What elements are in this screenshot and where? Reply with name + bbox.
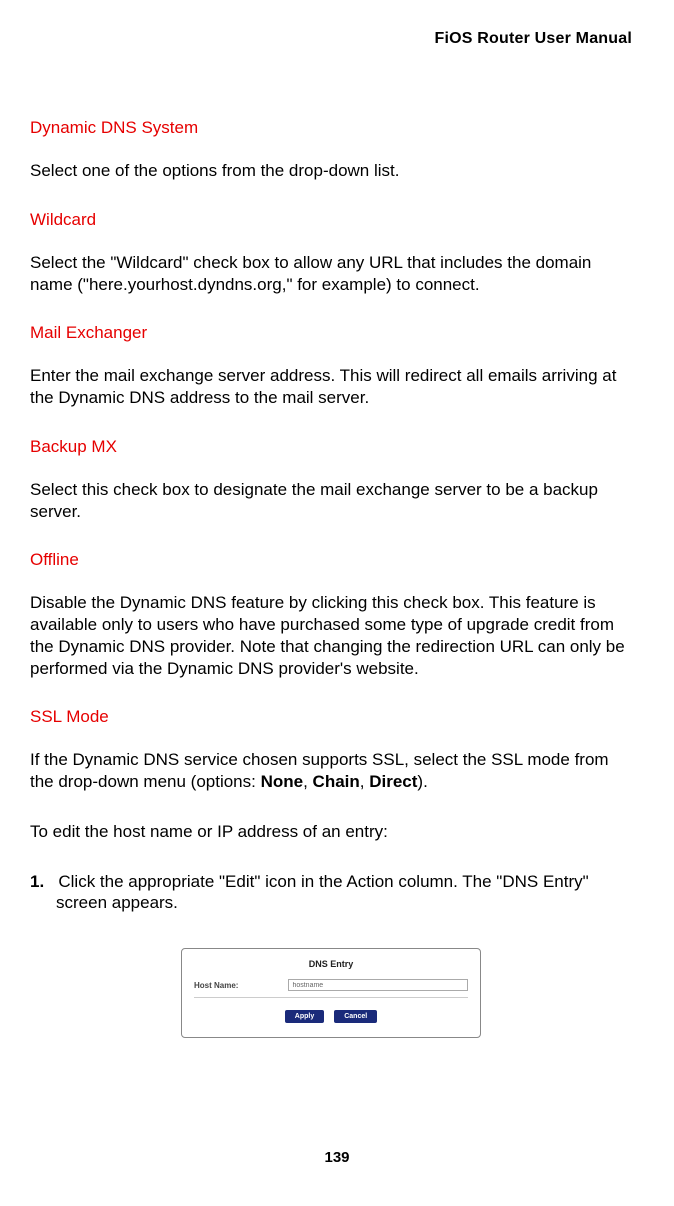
para-ssl-mode: If the Dynamic DNS service chosen suppor… <box>30 749 632 793</box>
ssl-option-direct: Direct <box>369 772 417 791</box>
dns-button-row: Apply Cancel <box>194 1010 468 1023</box>
dns-divider <box>194 997 468 998</box>
page-number: 139 <box>0 1149 674 1166</box>
para-wildcard: Select the "Wildcard" check box to allow… <box>30 252 632 296</box>
heading-mail-exchanger: Mail Exchanger <box>30 323 632 343</box>
heading-backup-mx: Backup MX <box>30 437 632 457</box>
dns-entry-title: DNS Entry <box>194 959 468 969</box>
apply-button[interactable]: Apply <box>285 1010 324 1023</box>
para-dynamic-dns-system: Select one of the options from the drop-… <box>30 160 632 182</box>
cancel-button[interactable]: Cancel <box>334 1010 377 1023</box>
dns-host-label: Host Name: <box>194 981 238 990</box>
ssl-suffix: ). <box>417 772 427 791</box>
ssl-option-chain: Chain <box>313 772 360 791</box>
para-backup-mx: Select this check box to designate the m… <box>30 479 632 523</box>
page-content: Dynamic DNS System Select one of the opt… <box>30 118 632 1038</box>
para-edit-intro: To edit the host name or IP address of a… <box>30 821 632 843</box>
para-offline: Disable the Dynamic DNS feature by click… <box>30 592 632 679</box>
page-header-title: FiOS Router User Manual <box>30 30 632 48</box>
list-text: Click the appropriate "Edit" icon in the… <box>56 872 589 913</box>
heading-wildcard: Wildcard <box>30 210 632 230</box>
dns-host-input[interactable] <box>288 979 468 991</box>
heading-ssl-mode: SSL Mode <box>30 707 632 727</box>
heading-dynamic-dns-system: Dynamic DNS System <box>30 118 632 138</box>
heading-offline: Offline <box>30 550 632 570</box>
list-number: 1. <box>30 872 44 891</box>
dns-entry-figure: DNS Entry Host Name: Apply Cancel <box>181 948 481 1038</box>
list-item-1: 1. Click the appropriate "Edit" icon in … <box>30 871 632 915</box>
dns-host-row: Host Name: <box>194 979 468 991</box>
para-mail-exchanger: Enter the mail exchange server address. … <box>30 365 632 409</box>
ssl-option-none: None <box>261 772 304 791</box>
